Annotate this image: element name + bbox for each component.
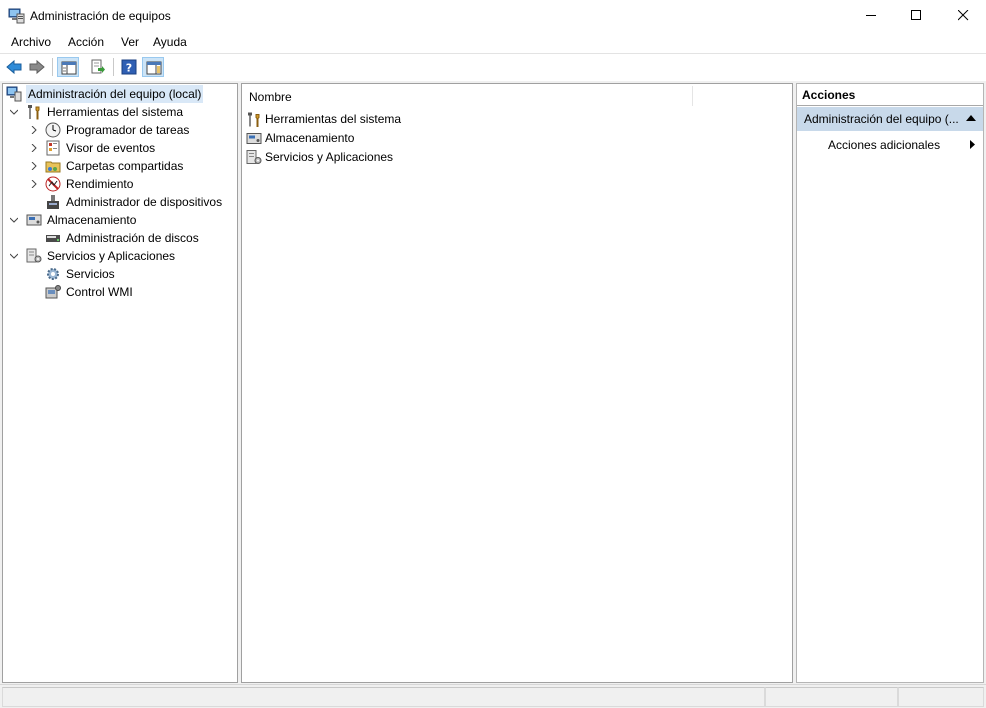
window-title: Administración de equipos: [30, 9, 171, 23]
tree-label: Visor de eventos: [66, 141, 156, 155]
tree-label: Administrador de dispositivos: [66, 195, 223, 209]
tree-label: Carpetas compartidas: [66, 159, 184, 173]
computer-management-icon: [6, 86, 22, 102]
toolbar: ?: [0, 53, 986, 79]
list-item-label: Servicios y Aplicaciones: [265, 150, 394, 164]
disk-icon: [46, 235, 60, 242]
tree-item-control-wmi[interactable]: Control WMI: [3, 283, 233, 301]
shared-folder-icon: [45, 161, 61, 173]
show-hide-action-pane-icon: [146, 61, 162, 75]
toolbar-separator: [52, 58, 53, 76]
back-arrow-icon: [6, 59, 22, 75]
chevron-right-icon[interactable]: [30, 126, 38, 134]
tree-item-carpetas[interactable]: Carpetas compartidas: [3, 157, 233, 175]
actions-header-label: Acciones: [802, 88, 856, 102]
actions-pane: Acciones Administración del equipo (... …: [796, 83, 984, 683]
status-cell: [765, 687, 898, 707]
help-icon: ?: [121, 59, 137, 75]
storage-icon: [26, 214, 42, 226]
tree-label: Servicios y Aplicaciones: [47, 249, 176, 263]
close-button[interactable]: [940, 0, 986, 32]
tree-item-root[interactable]: Administración del equipo (local): [6, 85, 236, 103]
tree-item-programador[interactable]: Programador de tareas: [3, 121, 233, 139]
menu-ayuda[interactable]: Ayuda: [153, 35, 187, 49]
title-bar: Administración de equipos: [0, 0, 986, 32]
tree-item-visor-eventos[interactable]: Visor de eventos: [3, 139, 233, 157]
main-area: Administración del equipo (local) Herram…: [0, 81, 986, 684]
collapse-up-icon[interactable]: [966, 115, 976, 121]
tree-label: Herramientas del sistema: [47, 105, 184, 119]
chevron-right-icon[interactable]: [30, 144, 38, 152]
tools-icon: [248, 112, 260, 127]
tree-item-admin-dispositivos[interactable]: Administrador de dispositivos: [3, 193, 233, 211]
tree-label: Control WMI: [66, 285, 133, 299]
export-list-button[interactable]: [87, 57, 109, 77]
show-hide-console-tree-icon: [61, 61, 77, 75]
tree-label: Rendimiento: [66, 177, 134, 191]
chevron-right-icon[interactable]: [30, 162, 38, 170]
chevron-down-icon[interactable]: [10, 216, 18, 224]
performance-icon: [45, 176, 61, 192]
menu-accion[interactable]: Acción: [68, 35, 104, 49]
actions-section-header[interactable]: Administración del equipo (...: [797, 107, 983, 131]
forward-button[interactable]: [26, 57, 48, 77]
maximize-icon: [911, 10, 921, 20]
storage-icon: [246, 133, 262, 144]
tree-item-herramientas[interactable]: Herramientas del sistema: [3, 103, 233, 121]
tree-item-almacenamiento[interactable]: Almacenamiento: [3, 211, 233, 229]
status-cell: [2, 687, 765, 707]
tools-icon: [28, 105, 40, 120]
actions-header: Acciones: [797, 84, 983, 106]
submenu-arrow-icon: [970, 140, 975, 149]
action-acciones-adicionales[interactable]: Acciones adicionales: [797, 135, 983, 155]
console-tree: Administración del equipo (local) Herram…: [2, 83, 238, 683]
show-hide-console-tree-button[interactable]: [57, 57, 79, 77]
menu-bar: Archivo Acción Ver Ayuda: [0, 32, 986, 52]
result-pane: Nombre Herramientas del sistema Almacena…: [241, 83, 793, 683]
tree-label: Administración del equipo (local): [26, 85, 204, 103]
actions-section-label: Administración del equipo (...: [804, 112, 959, 126]
column-divider[interactable]: [692, 86, 693, 106]
services-apps-icon: [246, 150, 262, 164]
help-button[interactable]: ?: [118, 57, 140, 77]
status-cell: [898, 687, 984, 707]
column-header-nombre[interactable]: Nombre: [242, 84, 792, 108]
chevron-down-icon[interactable]: [10, 108, 18, 116]
tree-item-servicios-apps[interactable]: Servicios y Aplicaciones: [3, 247, 233, 265]
tree-item-rendimiento[interactable]: Rendimiento: [3, 175, 233, 193]
maximize-button[interactable]: [893, 0, 939, 32]
status-bar: [0, 684, 986, 708]
clock-icon: [45, 122, 61, 138]
menu-archivo[interactable]: Archivo: [11, 35, 51, 49]
action-label: Acciones adicionales: [828, 138, 941, 152]
column-header-label: Nombre: [249, 90, 292, 104]
toolbar-separator: [113, 58, 114, 76]
computer-management-icon: [8, 8, 25, 24]
list-item-label: Almacenamiento: [265, 131, 355, 145]
svg-text:?: ?: [126, 62, 132, 75]
tree-label: Servicios: [66, 267, 115, 281]
tree-item-admin-discos[interactable]: Administración de discos: [3, 229, 233, 247]
close-icon: [958, 10, 969, 21]
minimize-icon: [866, 15, 876, 16]
export-list-icon: [91, 59, 105, 74]
tree-item-servicios[interactable]: Servicios: [3, 265, 233, 283]
menu-ver[interactable]: Ver: [121, 35, 139, 49]
list-item-label: Herramientas del sistema: [265, 112, 402, 126]
chevron-down-icon[interactable]: [10, 252, 18, 260]
event-viewer-icon: [46, 140, 60, 156]
tree-label: Administración de discos: [66, 231, 199, 245]
tree-label: Programador de tareas: [66, 123, 190, 137]
divider: [797, 105, 983, 106]
back-button[interactable]: [3, 57, 25, 77]
gear-icon: [47, 268, 59, 280]
device-manager-icon: [47, 195, 59, 209]
chevron-right-icon[interactable]: [30, 180, 38, 188]
wmi-icon: [45, 285, 61, 299]
forward-arrow-icon: [29, 59, 45, 75]
minimize-button[interactable]: [848, 0, 894, 32]
tree-label: Almacenamiento: [47, 213, 137, 227]
services-apps-icon: [26, 248, 42, 263]
show-hide-action-pane-button[interactable]: [142, 57, 164, 77]
